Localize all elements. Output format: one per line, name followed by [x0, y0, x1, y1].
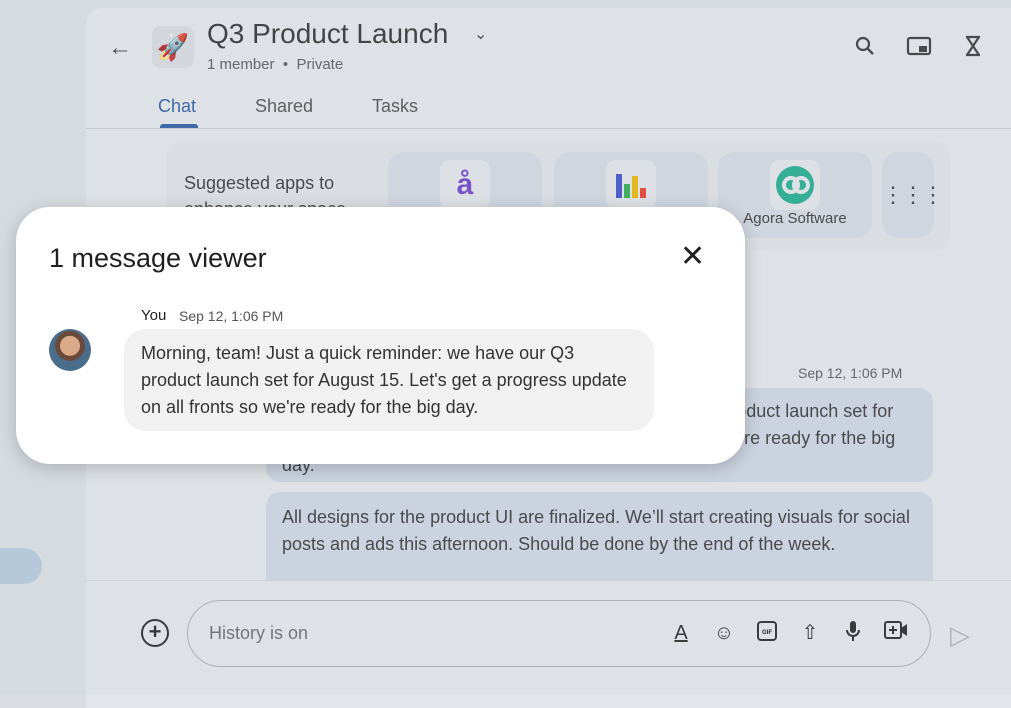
dialog-title: 1 message viewer — [49, 243, 267, 273]
sender-name: You — [141, 307, 167, 324]
avatar — [49, 329, 91, 371]
message-viewers-dialog: 1 message viewer ✕ You Sep 12, 1:06 PM M… — [16, 207, 745, 464]
message-preview: Morning, team! Just a quick reminder: we… — [124, 329, 654, 431]
close-icon[interactable]: ✕ — [680, 239, 705, 274]
message-timestamp: Sep 12, 1:06 PM — [179, 308, 284, 324]
